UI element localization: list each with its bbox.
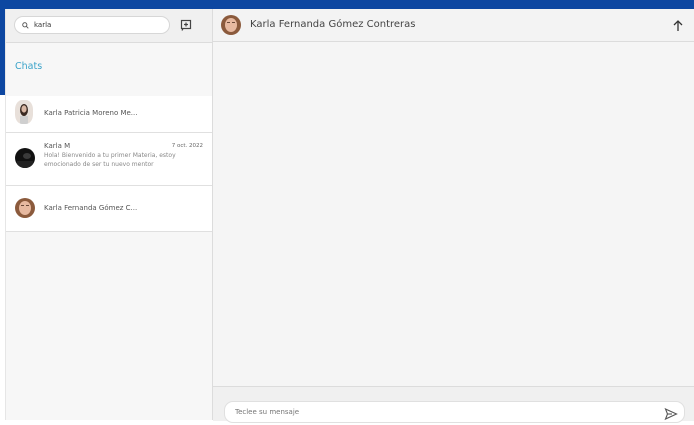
search-icon	[18, 17, 32, 33]
new-chat-icon[interactable]	[179, 17, 193, 31]
send-icon[interactable]	[664, 406, 678, 421]
conversation-panel: Karla Fernanda Gómez Contreras	[213, 9, 694, 423]
chat-preview: Hola! Bienvenido a tu primer Materia, es…	[44, 152, 176, 168]
chat-app: Chats Karla Patricia Moreno Me...	[5, 9, 694, 423]
chat-item-karla-m[interactable]: Karla M 7 oct. 2022 Hola! Bienvenido a t…	[6, 133, 212, 186]
chat-date: 7 oct. 2022	[171, 143, 203, 149]
message-area[interactable]	[213, 42, 694, 386]
chat-item-karla-patricia[interactable]: Karla Patricia Moreno Me...	[6, 96, 212, 133]
chat-item-karla-fernanda[interactable]: Karla Fernanda Gómez C...	[6, 186, 212, 232]
contact-avatar	[221, 15, 241, 35]
sidebar-header	[6, 9, 212, 43]
chat-name: Karla M	[44, 142, 71, 150]
search-input[interactable]	[32, 18, 154, 32]
arrow-up-icon[interactable]	[671, 18, 685, 32]
avatar	[15, 198, 35, 218]
avatar	[15, 100, 33, 124]
chat-sidebar: Chats Karla Patricia Moreno Me...	[6, 9, 213, 420]
chats-heading: Chats	[15, 61, 43, 72]
chat-name: Karla Patricia Moreno Me...	[44, 109, 138, 117]
avatar	[15, 148, 35, 168]
search-box[interactable]	[14, 16, 170, 34]
chat-list: Karla Patricia Moreno Me... Karla M 7 oc…	[6, 96, 212, 232]
conversation-header: Karla Fernanda Gómez Contreras	[213, 9, 694, 42]
contact-name: Karla Fernanda Gómez Contreras	[250, 19, 416, 30]
top-brand-bar	[0, 0, 694, 9]
chat-name: Karla Fernanda Gómez C...	[44, 204, 138, 212]
message-composer	[213, 386, 694, 423]
